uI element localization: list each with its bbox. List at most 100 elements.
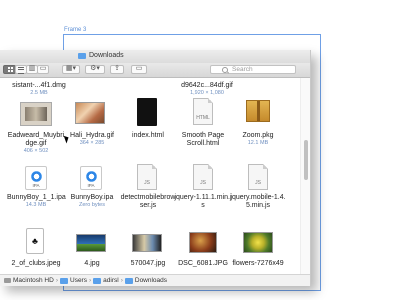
path-item[interactable]: Macintosh HD (13, 277, 54, 284)
title-bar[interactable]: Downloads (0, 50, 310, 64)
file-item[interactable]: index.html (119, 132, 177, 140)
frame-label: Frame 3 (64, 27, 87, 33)
action-button[interactable]: ⚙▾ (85, 65, 105, 74)
path-bar: Macintosh HD › Users › adirsl › Download… (0, 274, 310, 286)
tags-button[interactable]: ▭ (131, 65, 147, 74)
file-name-line2: s (201, 202, 205, 209)
ipa-file-icon: IPA (80, 166, 102, 190)
path-item[interactable]: Downloads (135, 277, 167, 284)
file-name: Zoom.pkg (242, 132, 274, 139)
file-ext-label: JS (144, 180, 150, 186)
ipa-label: IPA (87, 183, 95, 188)
list-view-icon (18, 67, 24, 74)
file-item[interactable]: d9642c...84df.gif 1,920 × 1,080 (178, 82, 236, 97)
js-file-icon: JS (248, 164, 268, 190)
column-view-icon: ▥ (28, 65, 36, 72)
gif-thumbnail (20, 102, 52, 126)
file-name: BunnyBoy_1_1.ipa (7, 194, 66, 201)
package-icon (246, 100, 270, 122)
file-name: 4.jpg (84, 260, 100, 267)
search-field[interactable]: Search (210, 65, 296, 74)
file-item[interactable]: sistant-...4f1.dmg 2.5 MB (10, 82, 68, 97)
file-item[interactable]: jquery-1.11.1.min.j s (174, 194, 232, 210)
ipa-label: IPA (32, 183, 40, 188)
file-item[interactable]: Hali_Hydra.gif 364 × 285 (63, 132, 121, 147)
file-item[interactable]: 4.jpg (63, 260, 121, 268)
file-name: 570047.jpg (130, 260, 166, 267)
file-name-line1: jquery.mobile-1.4. (230, 194, 286, 201)
file-name-line1: jquery-1.11.1.min.j (174, 194, 232, 201)
chevron-right-icon: › (55, 277, 58, 284)
arrange-icon: ▦▾ (65, 65, 77, 72)
jpg-thumbnail (132, 234, 162, 252)
file-name: Hali_Hydra.gif (70, 132, 114, 139)
file-name: index.html (132, 132, 164, 139)
arrange-button[interactable]: ▦▾ (62, 65, 80, 74)
search-placeholder: Search (232, 66, 253, 73)
file-info: 406 × 502 (23, 148, 49, 154)
vertical-scrollbar[interactable] (300, 78, 310, 274)
file-item[interactable]: BunnyBoy_1_1.ipa 14.3 MB (7, 194, 66, 209)
file-name: sistant-...4f1.dmg (12, 82, 66, 89)
folder-icon (124, 277, 133, 284)
toolbar: ▥ ▭ ▦▾ ⚙▾ ⇪ ▭ Search (0, 63, 310, 78)
chevron-right-icon: › (88, 277, 92, 284)
playing-card-thumbnail: ♣ (26, 228, 44, 254)
finder-window: Downloads ▥ ▭ ▦▾ ⚙▾ ⇪ ▭ Search sistant-.… (0, 50, 311, 286)
file-item[interactable]: 2_of_clubs.jpeg (7, 260, 65, 268)
js-file-icon: JS (137, 164, 157, 190)
scrollbar-thumb[interactable] (304, 140, 308, 180)
jpg-thumbnail (76, 234, 106, 252)
file-ext-label: JS (200, 180, 206, 186)
file-item[interactable]: DSC_6081.JPG (174, 260, 232, 268)
html-file-icon (137, 98, 157, 126)
path-item[interactable]: adirsl (103, 277, 119, 284)
file-name: flowers-7276x49 (232, 260, 284, 267)
chevron-right-icon: › (120, 277, 123, 284)
file-name: 2_of_clubs.jpeg (11, 260, 61, 267)
file-item[interactable]: Smooth Page Scroll.html (174, 132, 232, 148)
file-info: 14.3 MB (25, 202, 47, 208)
share-icon: ⇪ (114, 65, 120, 72)
file-item[interactable]: Zoom.pkg 12.1 MB (229, 132, 287, 147)
file-item[interactable]: jquery.mobile-1.4. 5.min.js (229, 194, 287, 210)
file-name-line2: Scroll.html (186, 140, 220, 147)
file-name: BunnyBoy.ipa (70, 194, 114, 201)
gif-thumbnail (75, 102, 105, 124)
window-title: Downloads (89, 52, 124, 59)
cover-flow-button[interactable]: ▭ (37, 65, 49, 74)
tag-icon: ▭ (135, 65, 143, 72)
path-item[interactable]: Users (70, 277, 87, 284)
file-name-line2: dge.gif (25, 140, 47, 147)
file-name: DSC_6081.JPG (178, 260, 228, 267)
file-item[interactable]: detectmobilebrow ser.js (119, 194, 177, 210)
folder-icon (78, 52, 86, 59)
file-name-line1: detectmobilebrow (120, 194, 176, 201)
js-file-icon: JS (193, 164, 213, 190)
hard-drive-icon (4, 278, 11, 283)
file-name-line1: Eadweard_Muybri (7, 132, 65, 139)
file-info: 2.5 MB (30, 90, 48, 96)
file-name-line2: ser.js (139, 202, 157, 209)
file-item[interactable]: 570047.jpg (119, 260, 177, 268)
folder-icon (60, 277, 68, 284)
file-name-line1: Smooth Page (181, 132, 225, 139)
icon-view-icon (8, 67, 13, 72)
file-item[interactable]: flowers-7276x49 (229, 260, 287, 268)
folder-icon (93, 277, 102, 284)
file-ext-label: JS (255, 180, 261, 186)
file-info: 1,920 × 1,080 (190, 90, 224, 96)
jpg-thumbnail (243, 232, 273, 253)
html-file-icon: HTML (193, 98, 213, 125)
file-name: d9642c...84df.gif (181, 82, 233, 89)
file-name-line2: 5.min.js (245, 202, 271, 209)
file-item[interactable]: Eadweard_Muybri dge.gif 406 × 502 (7, 132, 65, 155)
file-info: 364 × 285 (79, 140, 105, 146)
cover-flow-icon: ▭ (39, 65, 47, 72)
share-button[interactable]: ⇪ (110, 65, 124, 74)
jpg-thumbnail (189, 232, 217, 253)
gear-icon: ⚙▾ (90, 65, 100, 72)
file-ext-label: HTML (196, 115, 210, 121)
search-icon (222, 67, 228, 73)
file-item[interactable]: BunnyBoy.ipa Zero bytes (63, 194, 121, 209)
